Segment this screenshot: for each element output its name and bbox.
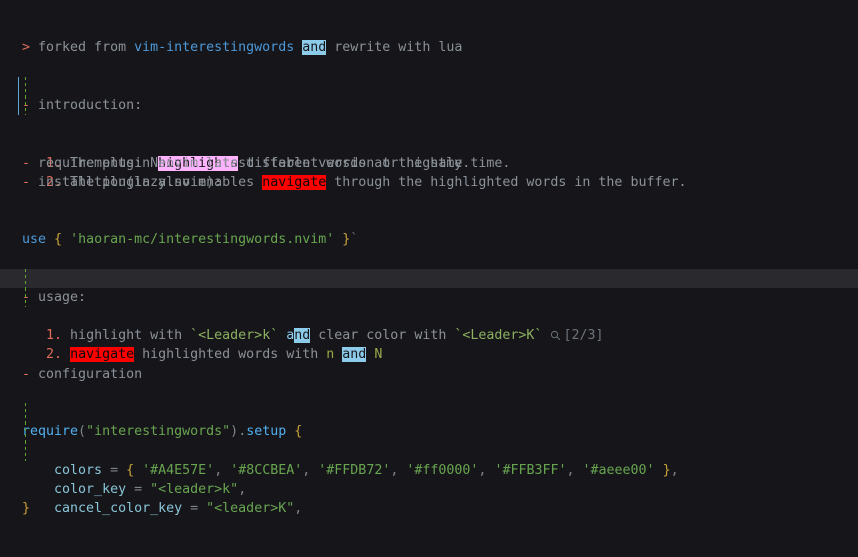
text-line[interactable]: - configuration [0,326,858,382]
line-content: } [0,499,858,518]
code-line[interactable]: cancel_color_key = "<leader>K", [0,441,858,516]
text-line[interactable]: - introduction: [0,58,858,113]
text-line[interactable]: - usage: [0,249,858,305]
scope-indent-guide [18,95,19,116]
code-line[interactable]: color_key = "<leader>k", [0,422,858,497]
indent-guide [25,402,26,423]
text-line[interactable]: 2. The plugin also enables navigate thro… [0,95,858,190]
text-line[interactable]: > forked from vim-interestingwords and r… [0,0,858,56]
indent-guide [25,422,26,442]
code-line[interactable]: use { 'haoran-mc/interestingwords.nvim' … [0,192,858,247]
closing-brace: } [22,500,31,516]
indent-guide [25,287,26,307]
code-line[interactable]: require("interestingwords").setup { [0,384,858,439]
scope-indent-guide [18,76,19,96]
indent-guide [25,268,26,288]
indent-guide [25,76,26,96]
text-line[interactable]: 2. navigate highlighted words with n and… [0,287,858,363]
text-line[interactable]: 1. The plugin highlights different words… [0,76,858,171]
editor-viewport[interactable]: > forked from vim-interestingwords and r… [0,0,858,516]
indent-guide [25,95,26,116]
text-line[interactable]: - requirements: Neovim latest stable ver… [0,115,858,171]
code-line[interactable]: } [0,461,858,516]
cursor-line[interactable]: 1. highlight with `<Leader>k` and clear … [0,268,858,344]
code-line[interactable]: colors = { '#A4E57E', '#8CCBEA', '#FFDB7… [0,402,858,478]
indent-guide [25,441,26,461]
text-line[interactable]: - installtion(lazy.nvim): [0,134,858,190]
